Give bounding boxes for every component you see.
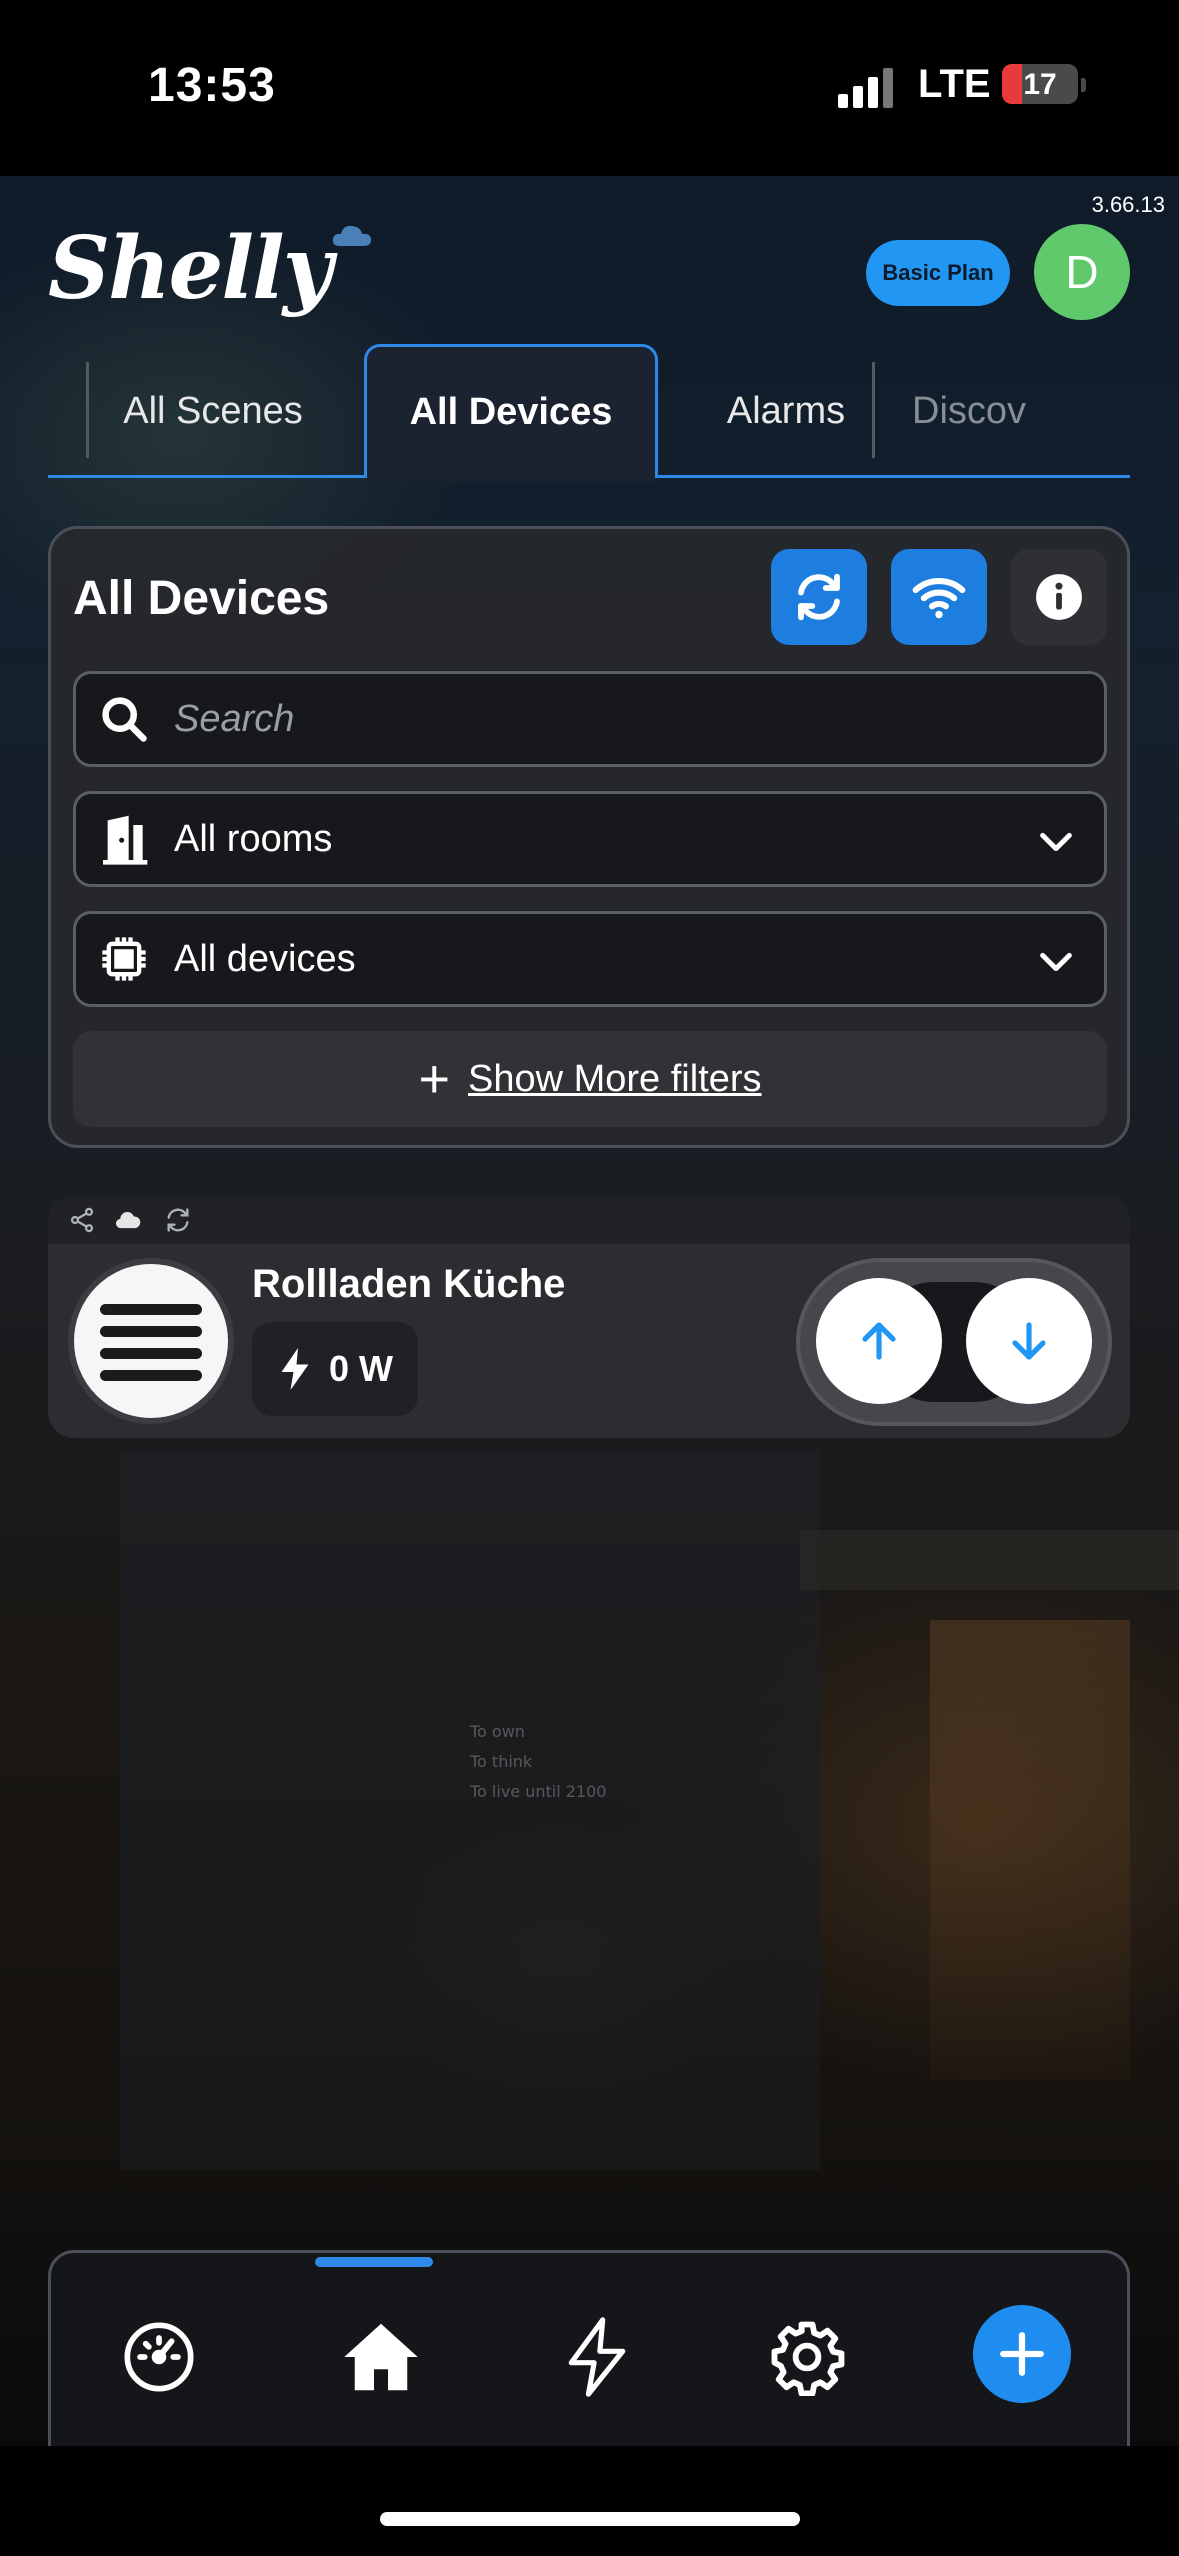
- battery-icon: 17: [1002, 64, 1078, 104]
- background-roof: [800, 1530, 1179, 1590]
- show-more-filters-label: Show More filters: [468, 1057, 762, 1100]
- background-sign-line: To own: [470, 1722, 525, 1741]
- nav-home[interactable]: [331, 2307, 431, 2407]
- home-icon: [344, 2323, 418, 2391]
- lightning-bolt-icon: [281, 1348, 309, 1390]
- power-reading: 0 W: [252, 1322, 418, 1416]
- tab-alarms[interactable]: Alarms: [684, 344, 888, 478]
- logo-cloud-icon: [332, 225, 371, 246]
- info-icon: [1036, 574, 1082, 620]
- app-version: 3.66.13: [1091, 192, 1165, 217]
- add-device-button[interactable]: [973, 2305, 1071, 2403]
- status-time: 13:53: [148, 59, 276, 112]
- tab-divider: [872, 362, 875, 458]
- cloud-icon: [115, 1212, 141, 1229]
- filter-card: All Devices Search All rooms All devices…: [48, 526, 1130, 1148]
- battery-tip: [1081, 78, 1086, 92]
- home-indicator[interactable]: [380, 2512, 800, 2526]
- status-bar: 13:53 LTE 17: [0, 0, 1179, 176]
- shutter-down-button[interactable]: [966, 1278, 1092, 1404]
- page-title: All Devices: [73, 572, 330, 625]
- rooms-value: All rooms: [174, 817, 333, 860]
- refresh-icon: [798, 573, 840, 621]
- share-icon: [70, 1207, 94, 1233]
- plus-icon: +: [418, 1049, 450, 1109]
- chevron-down-icon: [1040, 952, 1072, 972]
- add-icon: [1000, 2332, 1044, 2376]
- tab-divider: [86, 362, 89, 458]
- roller-shutter-icon: [68, 1258, 234, 1424]
- network-type: LTE: [918, 62, 991, 106]
- wifi-icon: [912, 578, 966, 619]
- door-icon: [94, 809, 154, 869]
- devices-dropdown[interactable]: All devices: [73, 911, 1107, 1007]
- search-field[interactable]: [73, 671, 1107, 767]
- refresh-button[interactable]: [771, 549, 867, 645]
- device-meta-bar: [48, 1196, 1130, 1244]
- home-indicator-area: [0, 2446, 1179, 2556]
- up-arrow-icon: [862, 1322, 896, 1360]
- info-button[interactable]: [1011, 549, 1107, 645]
- energy-bolt-icon: [568, 2317, 626, 2397]
- tab-all-devices[interactable]: All Devices: [364, 344, 658, 481]
- nav-settings[interactable]: [757, 2307, 857, 2407]
- avatar[interactable]: D: [1034, 224, 1130, 320]
- shutter-control: [796, 1258, 1112, 1426]
- tab-discover[interactable]: Discov: [898, 344, 1078, 478]
- search-icon: [94, 689, 154, 749]
- dashboard-gauge-icon: [124, 2322, 194, 2392]
- chip-icon: [94, 929, 154, 989]
- bottom-navigation: [48, 2250, 1130, 2452]
- cellular-signal-icon: [838, 68, 898, 108]
- show-more-filters-button[interactable]: + Show More filters: [73, 1031, 1107, 1127]
- settings-gear-icon: [771, 2321, 845, 2396]
- background-lights: [930, 1620, 1130, 2080]
- background-sign-line: To live until 2100: [470, 1782, 607, 1801]
- background-sign-line: To think: [470, 1752, 533, 1771]
- sync-icon: [167, 1208, 189, 1232]
- tab-bar: All Scenes All Devices Alarms Discov: [48, 344, 1130, 481]
- search-input[interactable]: [174, 697, 1054, 741]
- wifi-scan-button[interactable]: [891, 549, 987, 645]
- nav-dashboard[interactable]: [109, 2307, 209, 2407]
- device-name[interactable]: Rollladen Küche: [252, 1262, 565, 1307]
- rooms-dropdown[interactable]: All rooms: [73, 791, 1107, 887]
- nav-energy[interactable]: [547, 2307, 647, 2407]
- battery-level: 17: [1023, 68, 1057, 101]
- power-value: 0 W: [328, 1348, 393, 1389]
- active-tab-indicator: [315, 2257, 433, 2267]
- tab-all-scenes[interactable]: All Scenes: [108, 344, 318, 478]
- device-card[interactable]: Rollladen Küche 0 W: [48, 1196, 1130, 1438]
- basic-plan-button[interactable]: Basic Plan: [866, 240, 1010, 306]
- background-building: [120, 1450, 820, 2170]
- down-arrow-icon: [1012, 1322, 1046, 1360]
- devices-value: All devices: [174, 937, 356, 980]
- shelly-logo: Shelly: [48, 218, 333, 319]
- chevron-down-icon: [1040, 832, 1072, 852]
- shutter-up-button[interactable]: [816, 1278, 942, 1404]
